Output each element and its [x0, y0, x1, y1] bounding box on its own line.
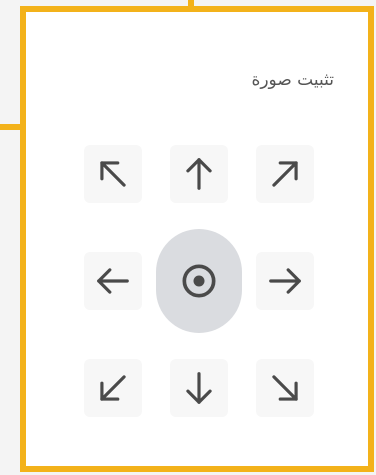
anchor-grid	[70, 120, 328, 442]
arrow-up-icon	[186, 157, 212, 190]
target-center-icon	[182, 264, 216, 297]
anchor-center-button[interactable]	[156, 228, 242, 333]
arrow-down-icon	[186, 371, 212, 404]
arrow-up-left-icon	[100, 160, 126, 187]
anchor-top-right-button[interactable]	[256, 144, 314, 203]
arrow-right-icon	[269, 267, 301, 294]
anchor-right-button[interactable]	[256, 251, 314, 310]
anchor-top-left-button[interactable]	[84, 144, 142, 203]
panel-title: تثبيت صورة	[251, 70, 334, 90]
arrow-left-icon	[97, 267, 129, 294]
anchor-bottom-button[interactable]	[170, 358, 228, 417]
anchor-left-button[interactable]	[84, 251, 142, 310]
selection-handle-left[interactable]	[0, 124, 22, 130]
arrow-down-right-icon	[272, 374, 298, 401]
arrow-down-left-icon	[100, 374, 126, 401]
anchor-bottom-left-button[interactable]	[84, 358, 142, 417]
anchor-top-button[interactable]	[170, 144, 228, 203]
canvas: تثبيت صورة	[0, 0, 376, 475]
anchor-bottom-right-button[interactable]	[256, 358, 314, 417]
arrow-up-right-icon	[272, 160, 298, 187]
